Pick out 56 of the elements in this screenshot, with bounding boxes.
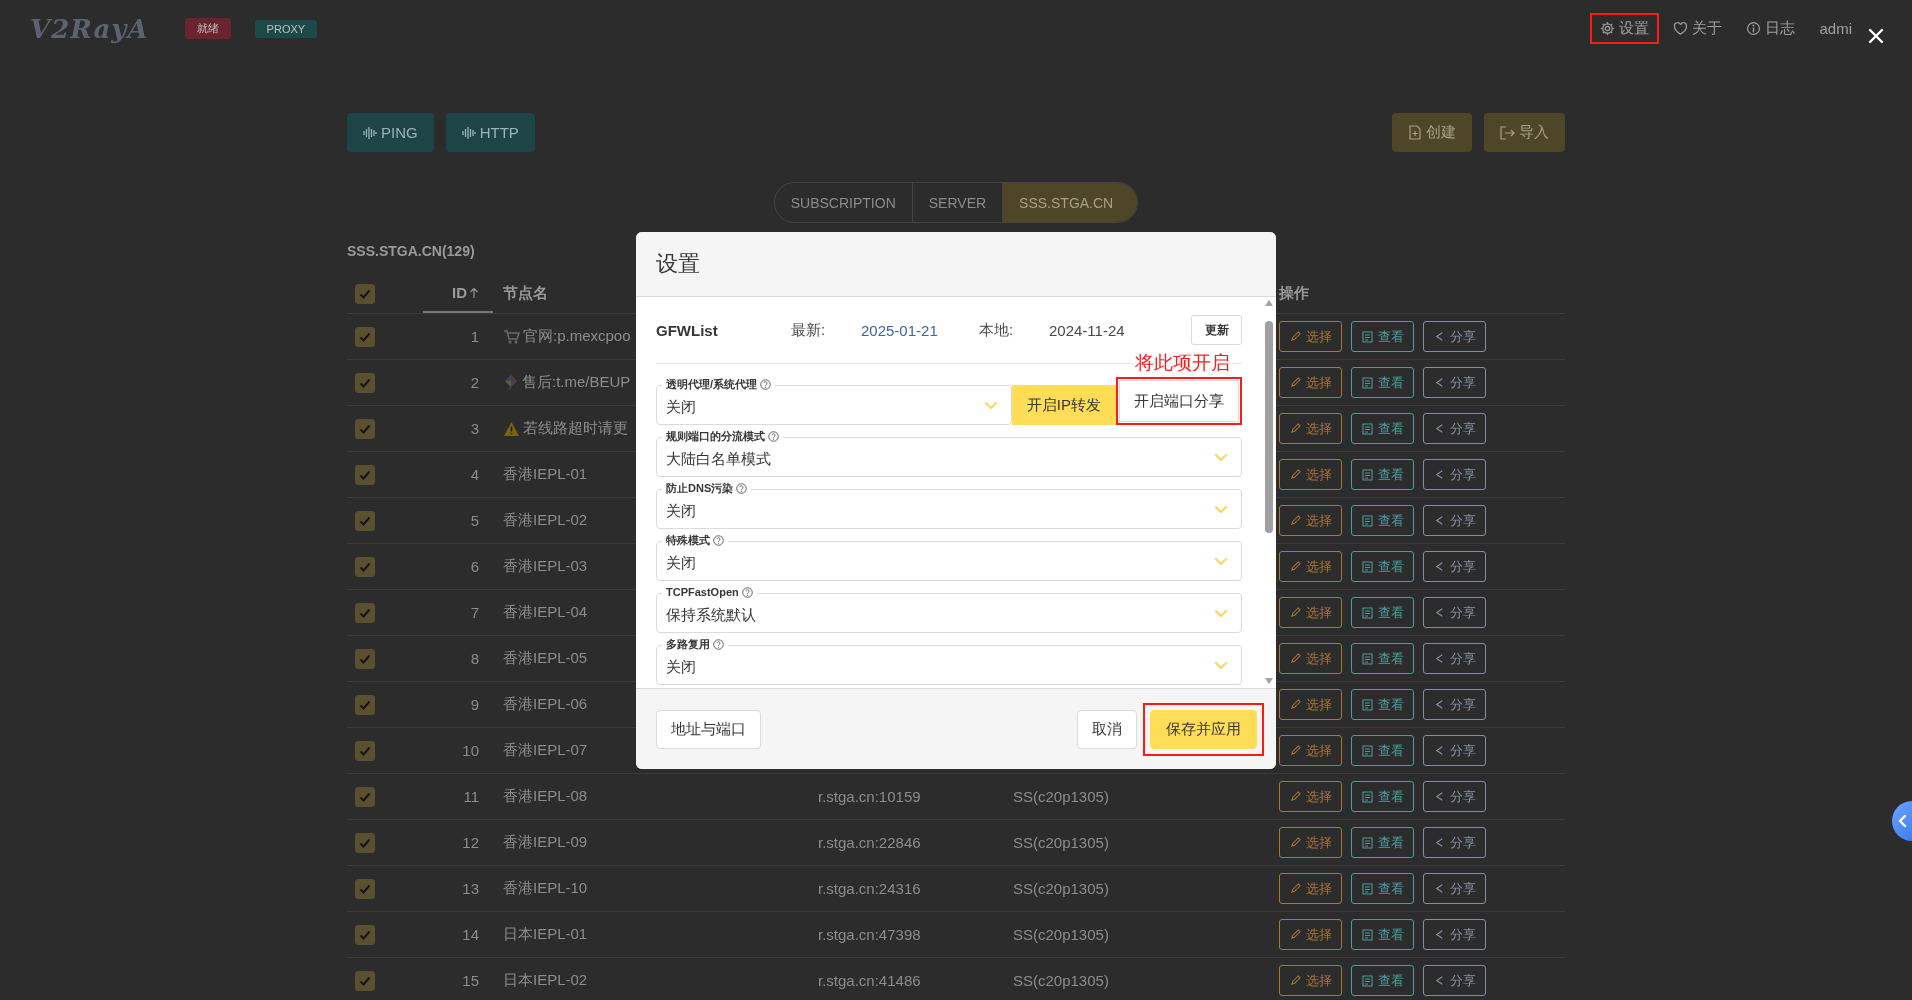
node-name: 香港IEPL-07	[503, 741, 588, 760]
table-cell: SS(c20p1305)	[1013, 880, 1109, 897]
field-label: 透明代理/系统代理	[666, 377, 758, 392]
node-name: 香港IEPL-02	[503, 511, 588, 530]
table-cell: r.stga.cn:22846	[818, 834, 921, 851]
node-name: 香港IEPL-06	[503, 695, 588, 714]
table-cell: r.stga.cn:24316	[818, 880, 921, 897]
node-name: 香港IEPL-01	[503, 465, 588, 484]
table-cell: SS(c20p1305)	[1013, 834, 1109, 851]
field-label: 规则端口的分流模式	[666, 429, 765, 444]
node-name: 香港IEPL-03	[503, 557, 588, 576]
table-cell: 9	[470, 696, 479, 713]
list-name: GFWList	[656, 321, 719, 339]
node-name: 香港IEPL-10	[503, 879, 588, 898]
table-cell: 8	[470, 650, 479, 667]
field-label: 防止DNS污染	[666, 481, 734, 496]
field-label: 多路复用	[666, 637, 710, 652]
table-cell: 15	[462, 972, 479, 989]
table-cell: r.stga.cn:41486	[818, 972, 921, 989]
table-cell: r.stga.cn:10159	[818, 788, 921, 805]
table-cell: SS(c20p1305)	[1013, 788, 1109, 805]
field-label: TCPFastOpen	[666, 585, 739, 600]
table-cell: 13	[462, 880, 479, 897]
table-cell: SS(c20p1305)	[1013, 926, 1109, 943]
node-name: 香港IEPL-04	[503, 603, 588, 622]
node-name: 若线路超时请更	[523, 419, 628, 438]
table-cell: 14	[462, 926, 479, 943]
status-badge: PROXY	[254, 19, 318, 38]
node-name: 香港IEPL-05	[503, 649, 588, 668]
table-cell: 7	[470, 604, 479, 621]
table-cell: 3	[470, 420, 479, 437]
table-cell: 2	[470, 374, 479, 391]
field-label: 最新:	[791, 320, 827, 340]
node-name: 日本IEPL-01	[503, 925, 588, 944]
table-cell: 10	[462, 742, 479, 759]
group-title: SSS.STGA.CN(129)	[347, 243, 475, 261]
local-date: 2024-11-24	[1049, 321, 1126, 339]
app-logo: V2RayA	[30, 13, 149, 44]
dialog-title: 设置	[656, 250, 700, 278]
table-cell: 1	[470, 328, 479, 345]
node-name: 官网:p.mexcpoo	[523, 327, 631, 346]
status-badge: 就绪	[184, 18, 231, 39]
table-cell: 4	[470, 466, 479, 483]
node-name: 售后:t.me/BEUP	[522, 373, 631, 392]
field-label: 本地:	[979, 320, 1015, 340]
table-cell: 12	[462, 834, 479, 851]
table-cell: 11	[463, 788, 479, 805]
latest-date: 2025-01-21	[861, 321, 939, 339]
table-cell: 5	[470, 512, 479, 529]
table-cell: 6	[470, 558, 479, 575]
node-name: 日本IEPL-02	[503, 971, 588, 990]
node-name: 香港IEPL-09	[503, 833, 588, 852]
field-label: 特殊模式	[666, 533, 710, 548]
table-cell: SS(c20p1305)	[1013, 972, 1109, 989]
node-name: 香港IEPL-08	[503, 787, 588, 806]
table-cell: r.stga.cn:47398	[818, 926, 921, 943]
